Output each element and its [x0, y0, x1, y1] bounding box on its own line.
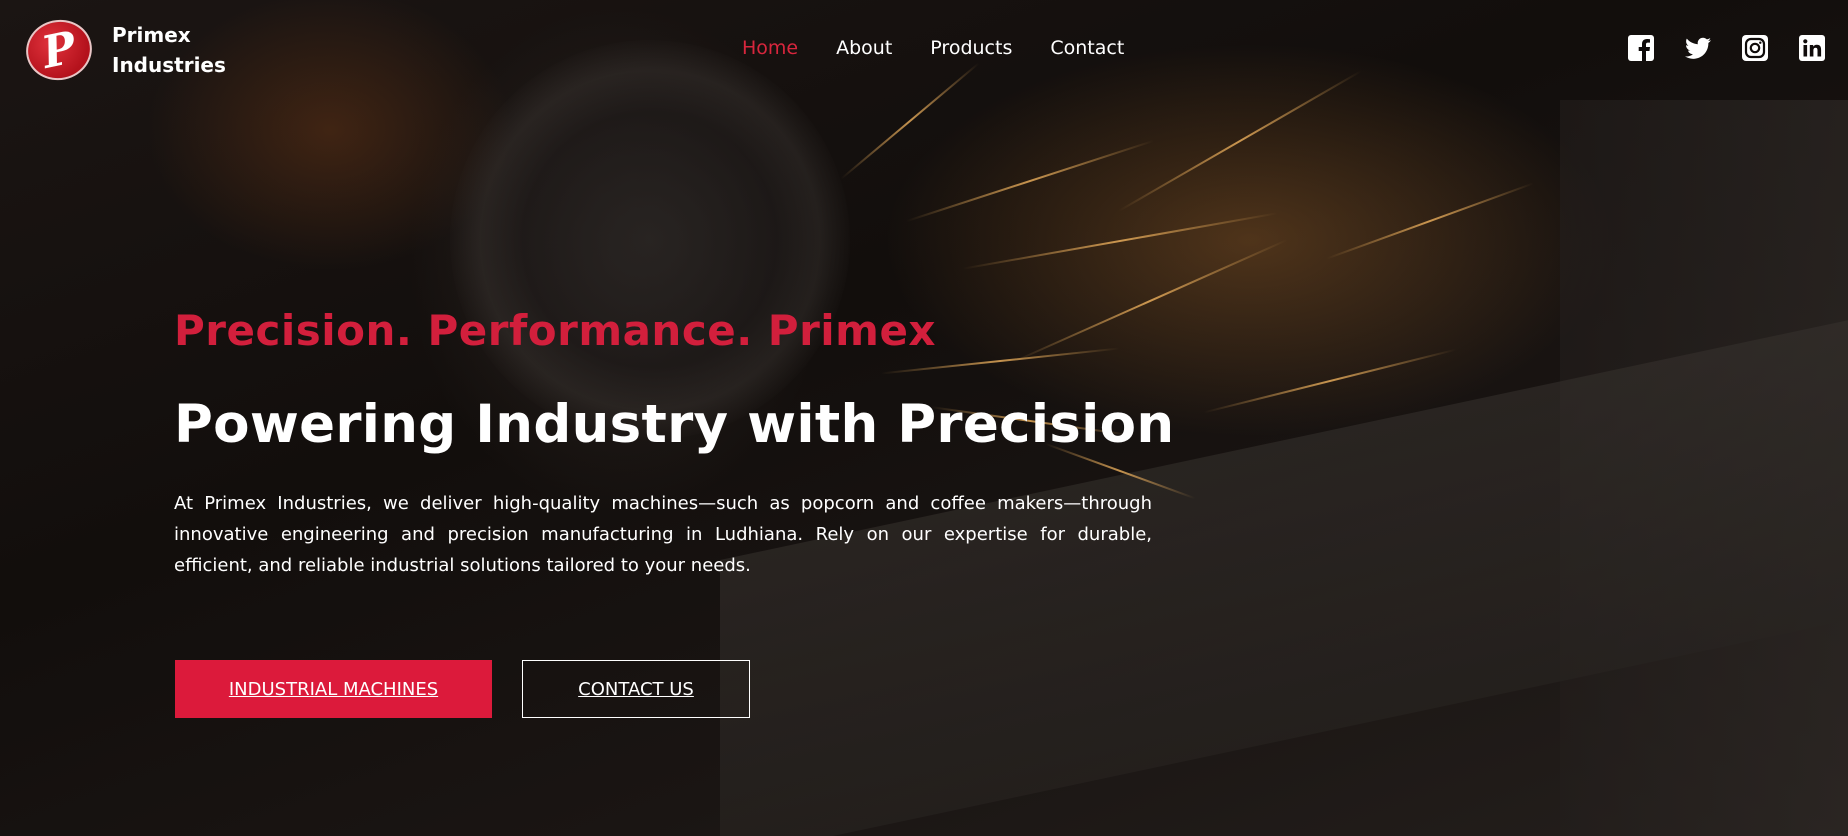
linkedin-icon	[1799, 35, 1825, 61]
background-spark	[962, 212, 1278, 270]
nav-item-products[interactable]: Products	[930, 36, 1012, 60]
logo-letter: P	[37, 21, 81, 79]
nav-item-about[interactable]: About	[836, 36, 892, 60]
facebook-icon	[1628, 35, 1654, 61]
twitter-icon	[1685, 37, 1711, 59]
linkedin-link[interactable]	[1798, 34, 1826, 62]
twitter-link[interactable]	[1684, 34, 1712, 62]
background-grinder-disc	[450, 40, 850, 440]
brand-name-line2: Industries	[112, 53, 226, 77]
brand-name-line1: Primex	[112, 23, 191, 47]
contact-us-button[interactable]: CONTACT US	[522, 660, 750, 718]
company-logo: P	[20, 13, 98, 87]
background-spark	[1326, 182, 1534, 260]
brand-link[interactable]: P Primex Industries	[20, 13, 226, 87]
instagram-icon	[1742, 35, 1768, 61]
nav-item-contact[interactable]: Contact	[1050, 36, 1124, 60]
industrial-machines-button[interactable]: INDUSTRIAL MACHINES	[175, 660, 492, 718]
nav-item-home[interactable]: Home	[742, 36, 798, 60]
social-links	[1627, 34, 1826, 62]
hero-tagline: Precision. Performance. Primex	[174, 306, 937, 355]
brand-name: Primex Industries	[112, 20, 226, 80]
hero-description: At Primex Industries, we deliver high-qu…	[174, 493, 1152, 576]
site-header: P Primex Industries Home About Products …	[0, 0, 1848, 100]
background-spark	[1203, 348, 1457, 414]
main-nav: Home About Products Contact	[742, 36, 1124, 60]
background-spark	[1012, 239, 1288, 363]
background-spark	[906, 139, 1154, 223]
instagram-link[interactable]	[1741, 34, 1769, 62]
hero-headline: Powering Industry with Precision	[174, 394, 1175, 455]
facebook-link[interactable]	[1627, 34, 1655, 62]
